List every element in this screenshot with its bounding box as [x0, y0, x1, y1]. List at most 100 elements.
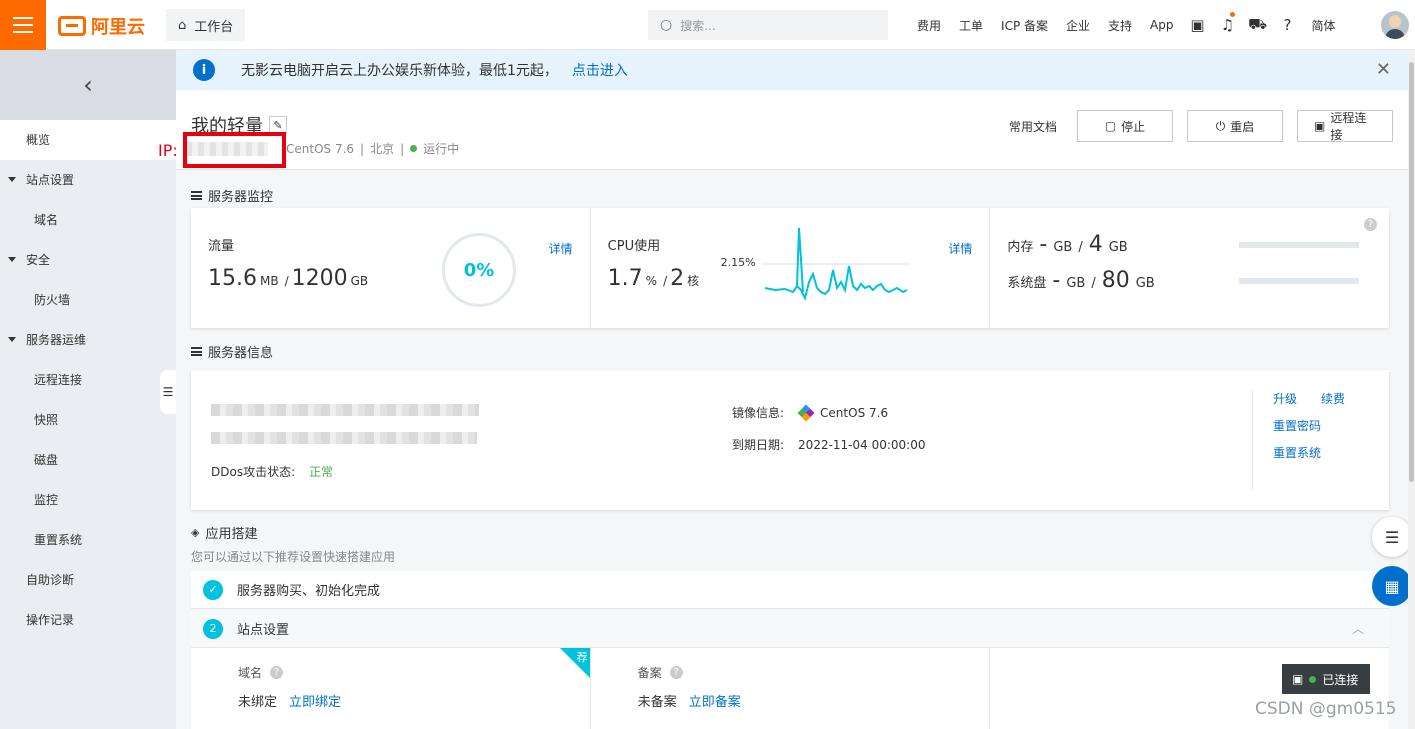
search-input[interactable]: ○ 搜索...: [648, 10, 888, 40]
info-icon: i: [193, 59, 215, 81]
reset-system-link[interactable]: 重置系统: [1273, 444, 1321, 471]
remote-connect-button[interactable]: ▣ 远程连接: [1297, 110, 1393, 142]
cpu-peak-label: 2.15%: [720, 256, 756, 269]
cpu-panel: CPU使用 1.7%/2 核 2.15% 详情: [591, 208, 991, 328]
cpu-detail-link[interactable]: 详情: [948, 240, 972, 257]
reset-password-link[interactable]: 重置密码: [1273, 417, 1321, 444]
top-nav: 费用 工单 ICP 备案 企业 支持 App ▣ ♫ ⛟ ? 简体: [908, 0, 1345, 50]
stop-icon: ▢: [1104, 119, 1117, 133]
bell-icon[interactable]: ♫: [1213, 12, 1243, 34]
memory-row: 内存 - GB/4 GB: [1007, 232, 1128, 257]
renew-link[interactable]: 续费: [1321, 390, 1345, 417]
upgrade-link[interactable]: 升级: [1273, 390, 1297, 417]
sidebar-group-site-settings[interactable]: 站点设置: [0, 160, 176, 200]
icp-link[interactable]: 立即备案: [689, 691, 741, 710]
docs-link[interactable]: 常用文档: [1009, 118, 1057, 135]
header-actions: 常用文档 ▢ 停止 ⏻ 重启 ▣ 远程连接: [1009, 110, 1393, 142]
monitor-section-title: 服务器监控: [191, 186, 273, 205]
main-content: i 无影云电脑开启云上办公娱乐新体验，最低1元起， 点击进入 ✕ 我的轻量 ✎ …: [176, 50, 1415, 729]
nav-icp[interactable]: ICP 备案: [992, 17, 1057, 34]
sidebar-item-reset[interactable]: 重置系统: [0, 520, 176, 560]
chevron-left-icon[interactable]: ‹: [0, 50, 176, 120]
nav-ticket[interactable]: 工单: [950, 17, 992, 34]
nav-support[interactable]: 支持: [1099, 17, 1141, 34]
disk-bar: [1239, 278, 1360, 284]
language-switch[interactable]: 简体: [1303, 17, 1345, 34]
sidebar-item-snapshot[interactable]: 快照: [0, 400, 176, 440]
chevron-up-icon[interactable]: ︿: [1352, 620, 1364, 637]
layers-icon: ◈: [191, 526, 200, 539]
bind-domain-link[interactable]: 立即绑定: [289, 691, 341, 710]
traffic-label: 流量: [208, 239, 235, 254]
status-dot: [410, 145, 418, 152]
server-icon: [191, 191, 202, 200]
check-icon: ✓: [203, 579, 223, 600]
hamburger-menu-icon[interactable]: [0, 0, 46, 50]
step-site-settings[interactable]: 2 站点设置 ︿: [191, 610, 1389, 648]
sidebar-group-security[interactable]: 安全: [0, 240, 176, 280]
aliyun-logo[interactable]: 阿里云: [58, 13, 145, 39]
region-label: 北京: [370, 142, 395, 156]
cart-icon[interactable]: ⛟: [1243, 15, 1273, 35]
ip-highlight-box: [183, 132, 286, 168]
connection-status[interactable]: ▣ 已连接: [1282, 664, 1370, 694]
sidebar-item-domain[interactable]: 域名: [0, 200, 176, 240]
sidebar-item-overview[interactable]: 概览: [0, 120, 176, 160]
step-purchase[interactable]: ✓ 服务器购买、初始化完成: [191, 571, 1389, 609]
server-icon: [191, 347, 202, 356]
memory-bar: [1239, 242, 1360, 248]
sidebar-item-firewall[interactable]: 防火墙: [0, 280, 176, 320]
disk-row: 系统盘 - GB/80 GB: [1007, 268, 1155, 293]
app-section-title: ◈ 应用搭建: [191, 526, 258, 542]
sidebar-item-diagnosis[interactable]: 自助诊断: [0, 560, 176, 600]
nav-enterprise[interactable]: 企业: [1057, 17, 1099, 34]
sidebar-item-logs[interactable]: 操作记录: [0, 600, 176, 640]
help-icon[interactable]: ?: [1364, 218, 1378, 231]
watermark: CSDN @gm0515: [1255, 699, 1397, 719]
terminal-icon: ▣: [1314, 119, 1326, 133]
chat-icon[interactable]: ☰: [1372, 517, 1412, 557]
traffic-panel: 流量 15.6 MB/1200 GB 0% 详情: [191, 208, 591, 328]
notification-dot: [1229, 12, 1235, 17]
stop-button[interactable]: ▢ 停止: [1077, 110, 1173, 142]
instance-id-blurred: [211, 404, 479, 416]
notice-link[interactable]: 点击进入: [572, 60, 628, 80]
app-section-subtitle: 您可以通过以下推荐设置快速搭建应用: [191, 550, 396, 564]
help-icon[interactable]: ?: [270, 666, 284, 679]
instance-id-row: [211, 404, 479, 416]
traffic-donut: 0%: [442, 233, 516, 307]
sidebar-item-monitor[interactable]: 监控: [0, 480, 176, 520]
monitor-card: 流量 15.6 MB/1200 GB 0% 详情 CPU使用 1.7%/2 核 2.1…: [191, 208, 1389, 328]
cpu-label: CPU使用: [607, 239, 661, 254]
storage-panel: 内存 - GB/4 GB 系统盘 - GB/80 GB ?: [990, 208, 1389, 328]
nav-billing[interactable]: 费用: [908, 17, 950, 34]
sidebar-item-disk[interactable]: 磁盘: [0, 440, 176, 480]
info-section-title: 服务器信息: [191, 342, 273, 361]
cpu-value: 1.7%/2 核: [607, 266, 700, 291]
restart-button[interactable]: ⏻ 重启: [1187, 110, 1283, 142]
terminal-icon[interactable]: ▣: [1183, 16, 1213, 34]
expire-row: 到期日期: 2022-11-04 00:00:00: [732, 437, 926, 453]
help-icon[interactable]: ?: [669, 666, 683, 679]
notice-text: 无影云电脑开启云上办公娱乐新体验，最低1元起，: [241, 63, 558, 79]
top-bar: 阿里云 ⌂ 工作台 ○ 搜索... 费用 工单 ICP 备案 企业 支持 App…: [0, 0, 1415, 50]
sidebar-toggle-icon[interactable]: ☰: [160, 370, 176, 414]
server-actions: 升级 续费 重置密码 重置系统: [1252, 390, 1345, 490]
traffic-detail-link[interactable]: 详情: [549, 240, 573, 257]
apps-grid-icon[interactable]: ▦: [1372, 566, 1412, 606]
close-icon[interactable]: ✕: [1376, 59, 1391, 80]
sidebar-group-ops[interactable]: 服务器运维: [0, 320, 176, 360]
help-icon[interactable]: ?: [1273, 16, 1303, 34]
ddos-row: DDos攻击状态: 正常: [211, 465, 334, 479]
ip-row: [211, 432, 477, 444]
nav-app[interactable]: App: [1141, 18, 1182, 32]
avatar[interactable]: [1381, 11, 1409, 39]
ip-blurred-line: [211, 432, 477, 444]
sidebar-item-remote[interactable]: 远程连接: [0, 360, 176, 400]
domain-cell: 域名? 未绑定 立即绑定 荐: [191, 648, 591, 729]
workbench-button[interactable]: ⌂ 工作台: [166, 9, 246, 41]
centos-icon: [797, 404, 815, 421]
scrollbar[interactable]: [1408, 50, 1415, 729]
aliyun-logo-icon: [58, 16, 86, 36]
os-label: CentOS 7.6: [286, 141, 355, 156]
